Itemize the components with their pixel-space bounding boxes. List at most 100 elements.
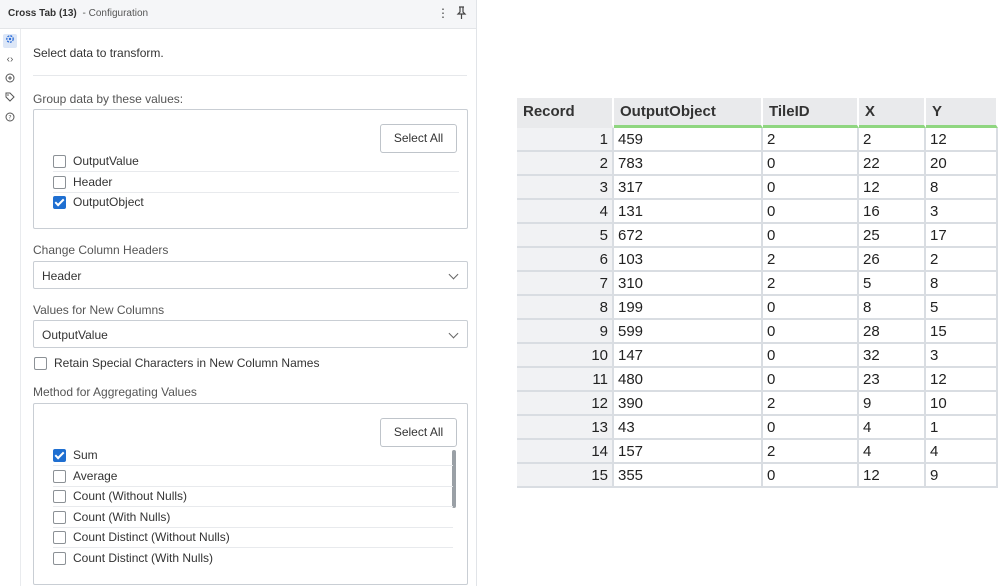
- group-item-outputobject[interactable]: OutputObject: [53, 193, 459, 213]
- results-grid[interactable]: Record OutputObject TileID X Y 1 459 2 2 12 2…: [517, 98, 998, 488]
- new-values-select[interactable]: OutputValue: [33, 320, 468, 348]
- table-cell[interactable]: 9: [859, 392, 926, 416]
- table-cell[interactable]: 28: [859, 320, 926, 344]
- checkbox-checked[interactable]: [53, 449, 66, 462]
- table-row[interactable]: 7 310 2 5 8: [517, 272, 998, 296]
- table-row[interactable]: 10 147 0 32 3: [517, 344, 998, 368]
- table-row[interactable]: 2 783 0 22 20: [517, 152, 998, 176]
- checkbox[interactable]: [53, 176, 66, 189]
- aggregation-item-count-without-nulls[interactable]: Count (Without Nulls): [53, 487, 453, 507]
- table-cell[interactable]: 9: [926, 464, 998, 488]
- retain-special-characters[interactable]: Retain Special Characters in New Column …: [34, 354, 464, 374]
- column-header[interactable]: OutputObject: [614, 98, 763, 128]
- record-cell[interactable]: 15: [517, 464, 614, 488]
- record-cell[interactable]: 4: [517, 200, 614, 224]
- checkbox[interactable]: [53, 470, 66, 483]
- table-cell[interactable]: 317: [614, 176, 763, 200]
- table-row[interactable]: 11 480 0 23 12: [517, 368, 998, 392]
- table-cell[interactable]: 0: [763, 176, 859, 200]
- table-cell[interactable]: 2: [926, 248, 998, 272]
- table-cell[interactable]: 310: [614, 272, 763, 296]
- code-icon[interactable]: ‹›: [3, 53, 17, 67]
- table-cell[interactable]: 8: [926, 272, 998, 296]
- table-cell[interactable]: 4: [859, 416, 926, 440]
- checkbox[interactable]: [34, 357, 47, 370]
- record-cell[interactable]: 7: [517, 272, 614, 296]
- table-row[interactable]: 4 131 0 16 3: [517, 200, 998, 224]
- table-cell[interactable]: 157: [614, 440, 763, 464]
- table-cell[interactable]: 12: [926, 368, 998, 392]
- record-cell[interactable]: 8: [517, 296, 614, 320]
- table-cell[interactable]: 23: [859, 368, 926, 392]
- record-cell[interactable]: 13: [517, 416, 614, 440]
- table-cell[interactable]: 0: [763, 224, 859, 248]
- table-row[interactable]: 8 199 0 8 5: [517, 296, 998, 320]
- table-cell[interactable]: 8: [859, 296, 926, 320]
- record-cell[interactable]: 11: [517, 368, 614, 392]
- aggregation-item-count-with-nulls[interactable]: Count (With Nulls): [53, 508, 453, 528]
- table-cell[interactable]: 459: [614, 128, 763, 152]
- table-cell[interactable]: 43: [614, 416, 763, 440]
- column-header[interactable]: X: [859, 98, 926, 128]
- aggregation-item-count-distinct-with-nulls[interactable]: Count Distinct (With Nulls): [53, 549, 453, 569]
- checkbox-checked[interactable]: [53, 196, 66, 209]
- table-cell[interactable]: 4: [859, 440, 926, 464]
- group-item-header[interactable]: Header: [53, 173, 459, 193]
- table-cell[interactable]: 5: [859, 272, 926, 296]
- table-cell[interactable]: 2: [763, 440, 859, 464]
- checkbox[interactable]: [53, 552, 66, 565]
- table-cell[interactable]: 12: [859, 176, 926, 200]
- record-cell[interactable]: 5: [517, 224, 614, 248]
- table-cell[interactable]: 2: [763, 392, 859, 416]
- table-cell[interactable]: 26: [859, 248, 926, 272]
- table-cell[interactable]: 0: [763, 344, 859, 368]
- table-row[interactable]: 3 317 0 12 8: [517, 176, 998, 200]
- aggregation-item-average[interactable]: Average: [53, 467, 453, 487]
- table-cell[interactable]: 5: [926, 296, 998, 320]
- table-cell[interactable]: 4: [926, 440, 998, 464]
- column-header[interactable]: Y: [926, 98, 998, 128]
- table-cell[interactable]: 0: [763, 320, 859, 344]
- table-cell[interactable]: 599: [614, 320, 763, 344]
- table-cell[interactable]: 16: [859, 200, 926, 224]
- table-cell[interactable]: 3: [926, 344, 998, 368]
- table-cell[interactable]: 20: [926, 152, 998, 176]
- record-cell[interactable]: 3: [517, 176, 614, 200]
- table-row[interactable]: 9 599 0 28 15: [517, 320, 998, 344]
- table-cell[interactable]: 0: [763, 200, 859, 224]
- record-cell[interactable]: 2: [517, 152, 614, 176]
- table-cell[interactable]: 672: [614, 224, 763, 248]
- table-row[interactable]: 14 157 2 4 4: [517, 440, 998, 464]
- record-cell[interactable]: 14: [517, 440, 614, 464]
- table-cell[interactable]: 0: [763, 368, 859, 392]
- annotation-icon[interactable]: [3, 73, 17, 87]
- checkbox[interactable]: [53, 490, 66, 503]
- checkbox[interactable]: [53, 531, 66, 544]
- aggregation-item-sum[interactable]: Sum: [53, 446, 453, 466]
- table-cell[interactable]: 355: [614, 464, 763, 488]
- help-icon[interactable]: ?: [3, 112, 17, 126]
- aggregation-item-count-distinct-without-nulls[interactable]: Count Distinct (Without Nulls): [53, 528, 453, 548]
- table-cell[interactable]: 2: [859, 128, 926, 152]
- more-vertical-icon[interactable]: ⋮: [437, 6, 449, 20]
- table-cell[interactable]: 2: [763, 248, 859, 272]
- pin-icon[interactable]: [456, 6, 467, 22]
- group-item-outputvalue[interactable]: OutputValue: [53, 152, 459, 172]
- table-cell[interactable]: 0: [763, 152, 859, 176]
- table-cell[interactable]: 12: [859, 464, 926, 488]
- column-headers-select[interactable]: Header: [33, 261, 468, 289]
- table-cell[interactable]: 147: [614, 344, 763, 368]
- table-cell[interactable]: 480: [614, 368, 763, 392]
- table-cell[interactable]: 1: [926, 416, 998, 440]
- table-cell[interactable]: 2: [763, 272, 859, 296]
- table-cell[interactable]: 22: [859, 152, 926, 176]
- aggregation-select-all-button[interactable]: Select All: [380, 418, 457, 447]
- table-cell[interactable]: 25: [859, 224, 926, 248]
- table-row[interactable]: 13 43 0 4 1: [517, 416, 998, 440]
- gear-icon[interactable]: [3, 34, 17, 48]
- record-cell[interactable]: 10: [517, 344, 614, 368]
- table-cell[interactable]: 15: [926, 320, 998, 344]
- record-cell[interactable]: 1: [517, 128, 614, 152]
- table-row[interactable]: 1 459 2 2 12: [517, 128, 998, 152]
- table-row[interactable]: 15 355 0 12 9: [517, 464, 998, 488]
